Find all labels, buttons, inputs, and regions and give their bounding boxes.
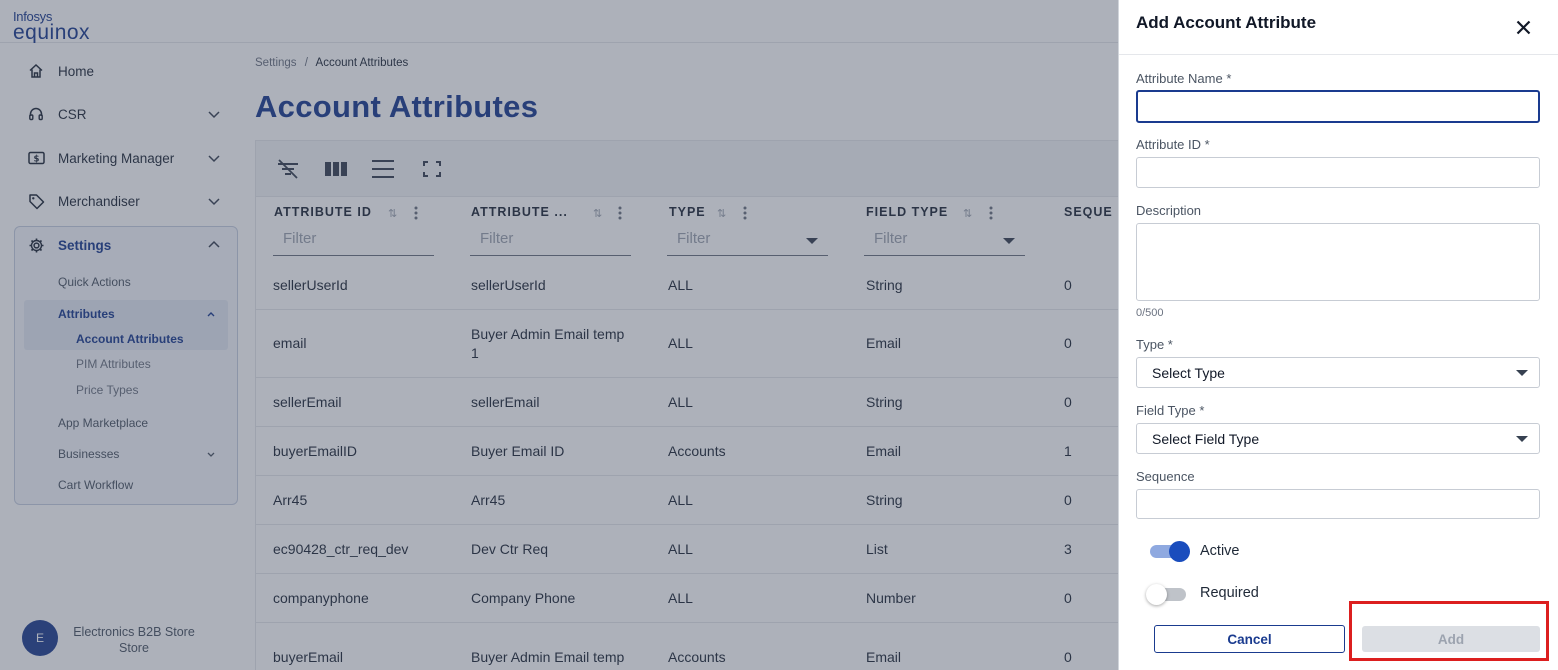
- type-select[interactable]: Select Type: [1136, 357, 1540, 388]
- field-type-label: Field Type *: [1136, 403, 1205, 418]
- active-toggle[interactable]: [1148, 540, 1192, 562]
- toggle-knob: [1146, 584, 1167, 605]
- cancel-button[interactable]: Cancel: [1154, 625, 1345, 653]
- required-toggle[interactable]: [1146, 583, 1190, 605]
- dropdown-arrow-icon: [1516, 436, 1528, 442]
- attribute-name-input[interactable]: [1136, 90, 1540, 123]
- field-type-select-value: Select Field Type: [1152, 430, 1260, 447]
- attribute-id-label: Attribute ID *: [1136, 137, 1210, 152]
- active-label: Active: [1200, 543, 1240, 559]
- drawer-header: Add Account Attribute: [1119, 0, 1558, 55]
- toggle-knob: [1169, 541, 1190, 562]
- type-label: Type *: [1136, 337, 1173, 352]
- modal-backdrop[interactable]: [0, 0, 1118, 670]
- sequence-input[interactable]: [1136, 489, 1540, 519]
- drawer-title: Add Account Attribute: [1136, 13, 1317, 32]
- attribute-name-label: Attribute Name *: [1136, 71, 1232, 86]
- description-label: Description: [1136, 203, 1202, 218]
- description-textarea[interactable]: [1136, 223, 1540, 301]
- attribute-id-input[interactable]: [1136, 157, 1540, 188]
- type-select-value: Select Type: [1152, 364, 1225, 381]
- field-type-select[interactable]: Select Field Type: [1136, 423, 1540, 454]
- highlight-box: [1349, 601, 1549, 661]
- close-icon[interactable]: [1511, 15, 1535, 39]
- required-label: Required: [1200, 585, 1259, 601]
- sequence-label: Sequence: [1136, 469, 1195, 484]
- description-char-counter: 0/500: [1136, 307, 1164, 319]
- dropdown-arrow-icon: [1516, 370, 1528, 376]
- add-account-attribute-drawer: Add Account Attribute Attribute Name * A…: [1118, 0, 1558, 670]
